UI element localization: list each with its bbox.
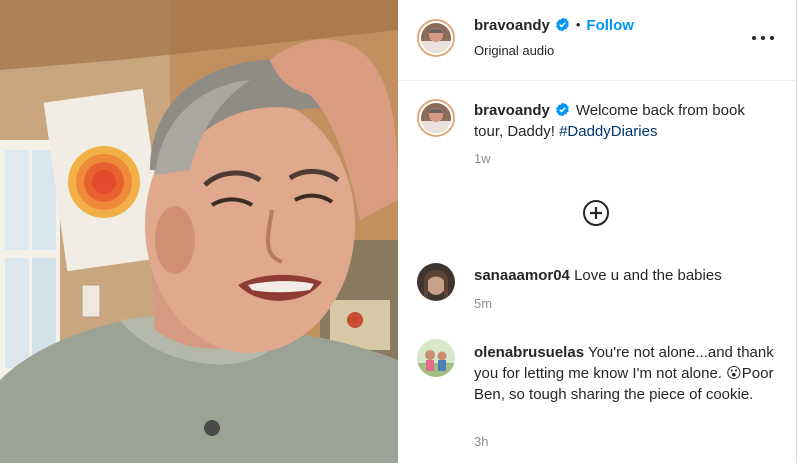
caption-avatar[interactable] xyxy=(417,99,455,137)
video-player[interactable] xyxy=(0,0,398,463)
video-frame-image xyxy=(0,0,398,463)
comment-item: olenabrusuelas You're not alone...and th… xyxy=(474,342,774,405)
comment-body: Love u and the babies xyxy=(574,267,722,284)
author-avatar-image xyxy=(421,23,451,53)
caption-avatar-image xyxy=(421,103,451,133)
comment-avatar-image xyxy=(417,263,455,301)
caption-username[interactable]: bravoandy xyxy=(474,102,550,119)
caption-time[interactable]: 1w xyxy=(474,151,491,166)
post-header: bravoandy • Follow Original audio xyxy=(398,0,796,81)
caption-text: bravoandy Welcome back from book tour, Da… xyxy=(474,100,774,142)
comment-avatar-image xyxy=(417,339,455,377)
comment-avatar[interactable] xyxy=(417,339,455,377)
plus-circle-icon[interactable] xyxy=(582,199,610,227)
header-title-row: bravoandy • Follow xyxy=(474,17,634,35)
comment-avatar[interactable] xyxy=(417,263,455,301)
comment-username[interactable]: sanaaamor04 xyxy=(474,267,570,284)
post-modal: bravoandy • Follow Original audio bravoand… xyxy=(0,0,797,463)
audio-link[interactable]: Original audio xyxy=(474,43,554,58)
more-options-icon[interactable] xyxy=(752,30,774,46)
author-username[interactable]: bravoandy xyxy=(474,17,550,34)
comment-item: sanaaamor04 Love u and the babies xyxy=(474,265,774,286)
post-sidebar: bravoandy • Follow Original audio bravoand… xyxy=(398,0,796,463)
verified-badge-icon xyxy=(555,102,569,117)
author-avatar[interactable] xyxy=(417,19,455,57)
caption-hashtag[interactable]: #DaddyDiaries xyxy=(559,123,657,140)
separator-dot: • xyxy=(575,17,581,32)
verified-badge-icon xyxy=(555,17,569,32)
comment-time[interactable]: 3h xyxy=(474,434,488,449)
follow-button[interactable]: Follow xyxy=(586,17,634,34)
comment-time[interactable]: 5m xyxy=(474,296,492,311)
comment-username[interactable]: olenabrusuelas xyxy=(474,344,584,361)
